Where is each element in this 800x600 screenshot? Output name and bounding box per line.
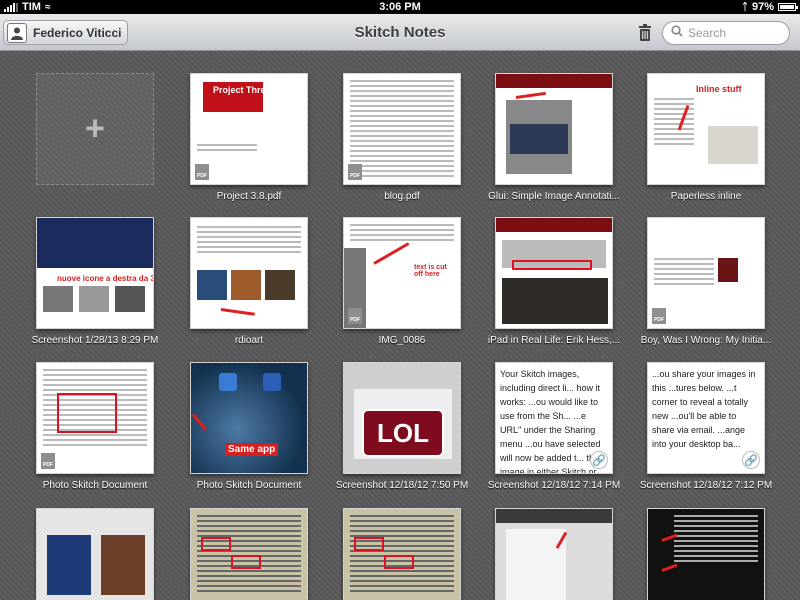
- thumb-text: LOL: [362, 409, 444, 457]
- pdf-file-icon: PDF: [348, 308, 362, 324]
- note-title: rdioart: [234, 335, 264, 346]
- thumb-text: Same app: [225, 443, 279, 456]
- note-title: Paperless inline: [670, 191, 742, 202]
- note-thumbnail[interactable]: text is cut off here PDF: [343, 217, 461, 329]
- pdf-file-icon: PDF: [652, 308, 666, 324]
- note-title: Glui: Simple Image Annotati...: [488, 191, 620, 202]
- pdf-file-icon: PDF: [348, 164, 362, 180]
- note-title: Screenshot 1/28/13 8:29 PM: [31, 335, 159, 346]
- search-input[interactable]: [688, 26, 778, 40]
- new-note-button[interactable]: +: [36, 73, 154, 185]
- thumb-text: ...ou share your images in this ...tures…: [652, 369, 756, 449]
- note-title: Photo Skitch Document: [42, 480, 148, 491]
- note-title: blog.pdf: [384, 191, 420, 202]
- note-thumbnail[interactable]: Same app: [190, 362, 308, 474]
- trash-icon[interactable]: [638, 24, 652, 46]
- note-thumbnail[interactable]: PDF: [36, 362, 154, 474]
- carrier-name: TIM: [22, 1, 41, 13]
- note-title: Photo Skitch Document: [196, 480, 302, 491]
- bluetooth-icon: ᛏ: [741, 1, 748, 13]
- battery-icon: [778, 3, 798, 11]
- note-thumbnail[interactable]: PDF: [647, 217, 765, 329]
- note-thumbnail[interactable]: nuove icone a destra da 3.3: [36, 217, 154, 329]
- pdf-file-icon: PDF: [41, 453, 55, 469]
- note-thumbnail[interactable]: [343, 508, 461, 600]
- status-bar: TIM ≈ 3:06 PM ᛏ 97%: [0, 0, 800, 14]
- thumb-text: text is cut off here: [414, 264, 447, 278]
- note-thumbnail[interactable]: [495, 508, 613, 600]
- note-thumbnail[interactable]: PDF: [343, 73, 461, 185]
- note-thumbnail[interactable]: [647, 508, 765, 600]
- thumb-text: Project Three: [213, 85, 271, 95]
- note-title: iPad in Real Life: Erik Hess,...: [487, 335, 621, 346]
- notes-grid: + Project Three PDF Project 3.8.pdf PDF …: [0, 52, 800, 600]
- status-time: 3:06 PM: [379, 1, 421, 13]
- note-thumbnail[interactable]: [190, 508, 308, 600]
- pdf-file-icon: PDF: [195, 164, 209, 180]
- note-title: Project 3.8.pdf: [216, 191, 282, 202]
- note-thumbnail[interactable]: Inline stuff: [647, 73, 765, 185]
- plus-icon: +: [85, 109, 105, 148]
- search-icon: [671, 24, 683, 42]
- note-thumbnail[interactable]: [36, 508, 154, 600]
- note-thumbnail[interactable]: LOL: [343, 362, 461, 474]
- wifi-icon: ≈: [44, 1, 51, 13]
- note-thumbnail[interactable]: ...ou share your images in this ...tures…: [647, 362, 765, 474]
- note-thumbnail[interactable]: [495, 217, 613, 329]
- note-thumbnail[interactable]: [495, 73, 613, 185]
- link-icon: 🔗: [742, 451, 760, 469]
- nav-bar: Federico Viticci Skitch Notes: [0, 14, 800, 51]
- note-title: Screenshot 12/18/12 7:50 PM: [335, 480, 469, 491]
- signal-strength-icon: [4, 2, 18, 12]
- note-title: Screenshot 12/18/12 7:14 PM: [487, 480, 621, 491]
- note-title: Boy, Was I Wrong: My Initia...: [640, 335, 772, 346]
- note-thumbnail[interactable]: [190, 217, 308, 329]
- note-title: Screenshot 12/18/12 7:12 PM: [639, 480, 773, 491]
- note-title: IMG_0086: [378, 335, 426, 346]
- thumb-text: nuove icone a destra da 3.3: [57, 274, 153, 283]
- battery-percent: 97%: [751, 1, 774, 13]
- search-field[interactable]: [662, 21, 790, 45]
- thumb-text: Inline stuff: [696, 84, 742, 94]
- link-icon: 🔗: [590, 451, 608, 469]
- note-thumbnail[interactable]: Your Skitch images, including direct li.…: [495, 362, 613, 474]
- note-thumbnail[interactable]: Project Three PDF: [190, 73, 308, 185]
